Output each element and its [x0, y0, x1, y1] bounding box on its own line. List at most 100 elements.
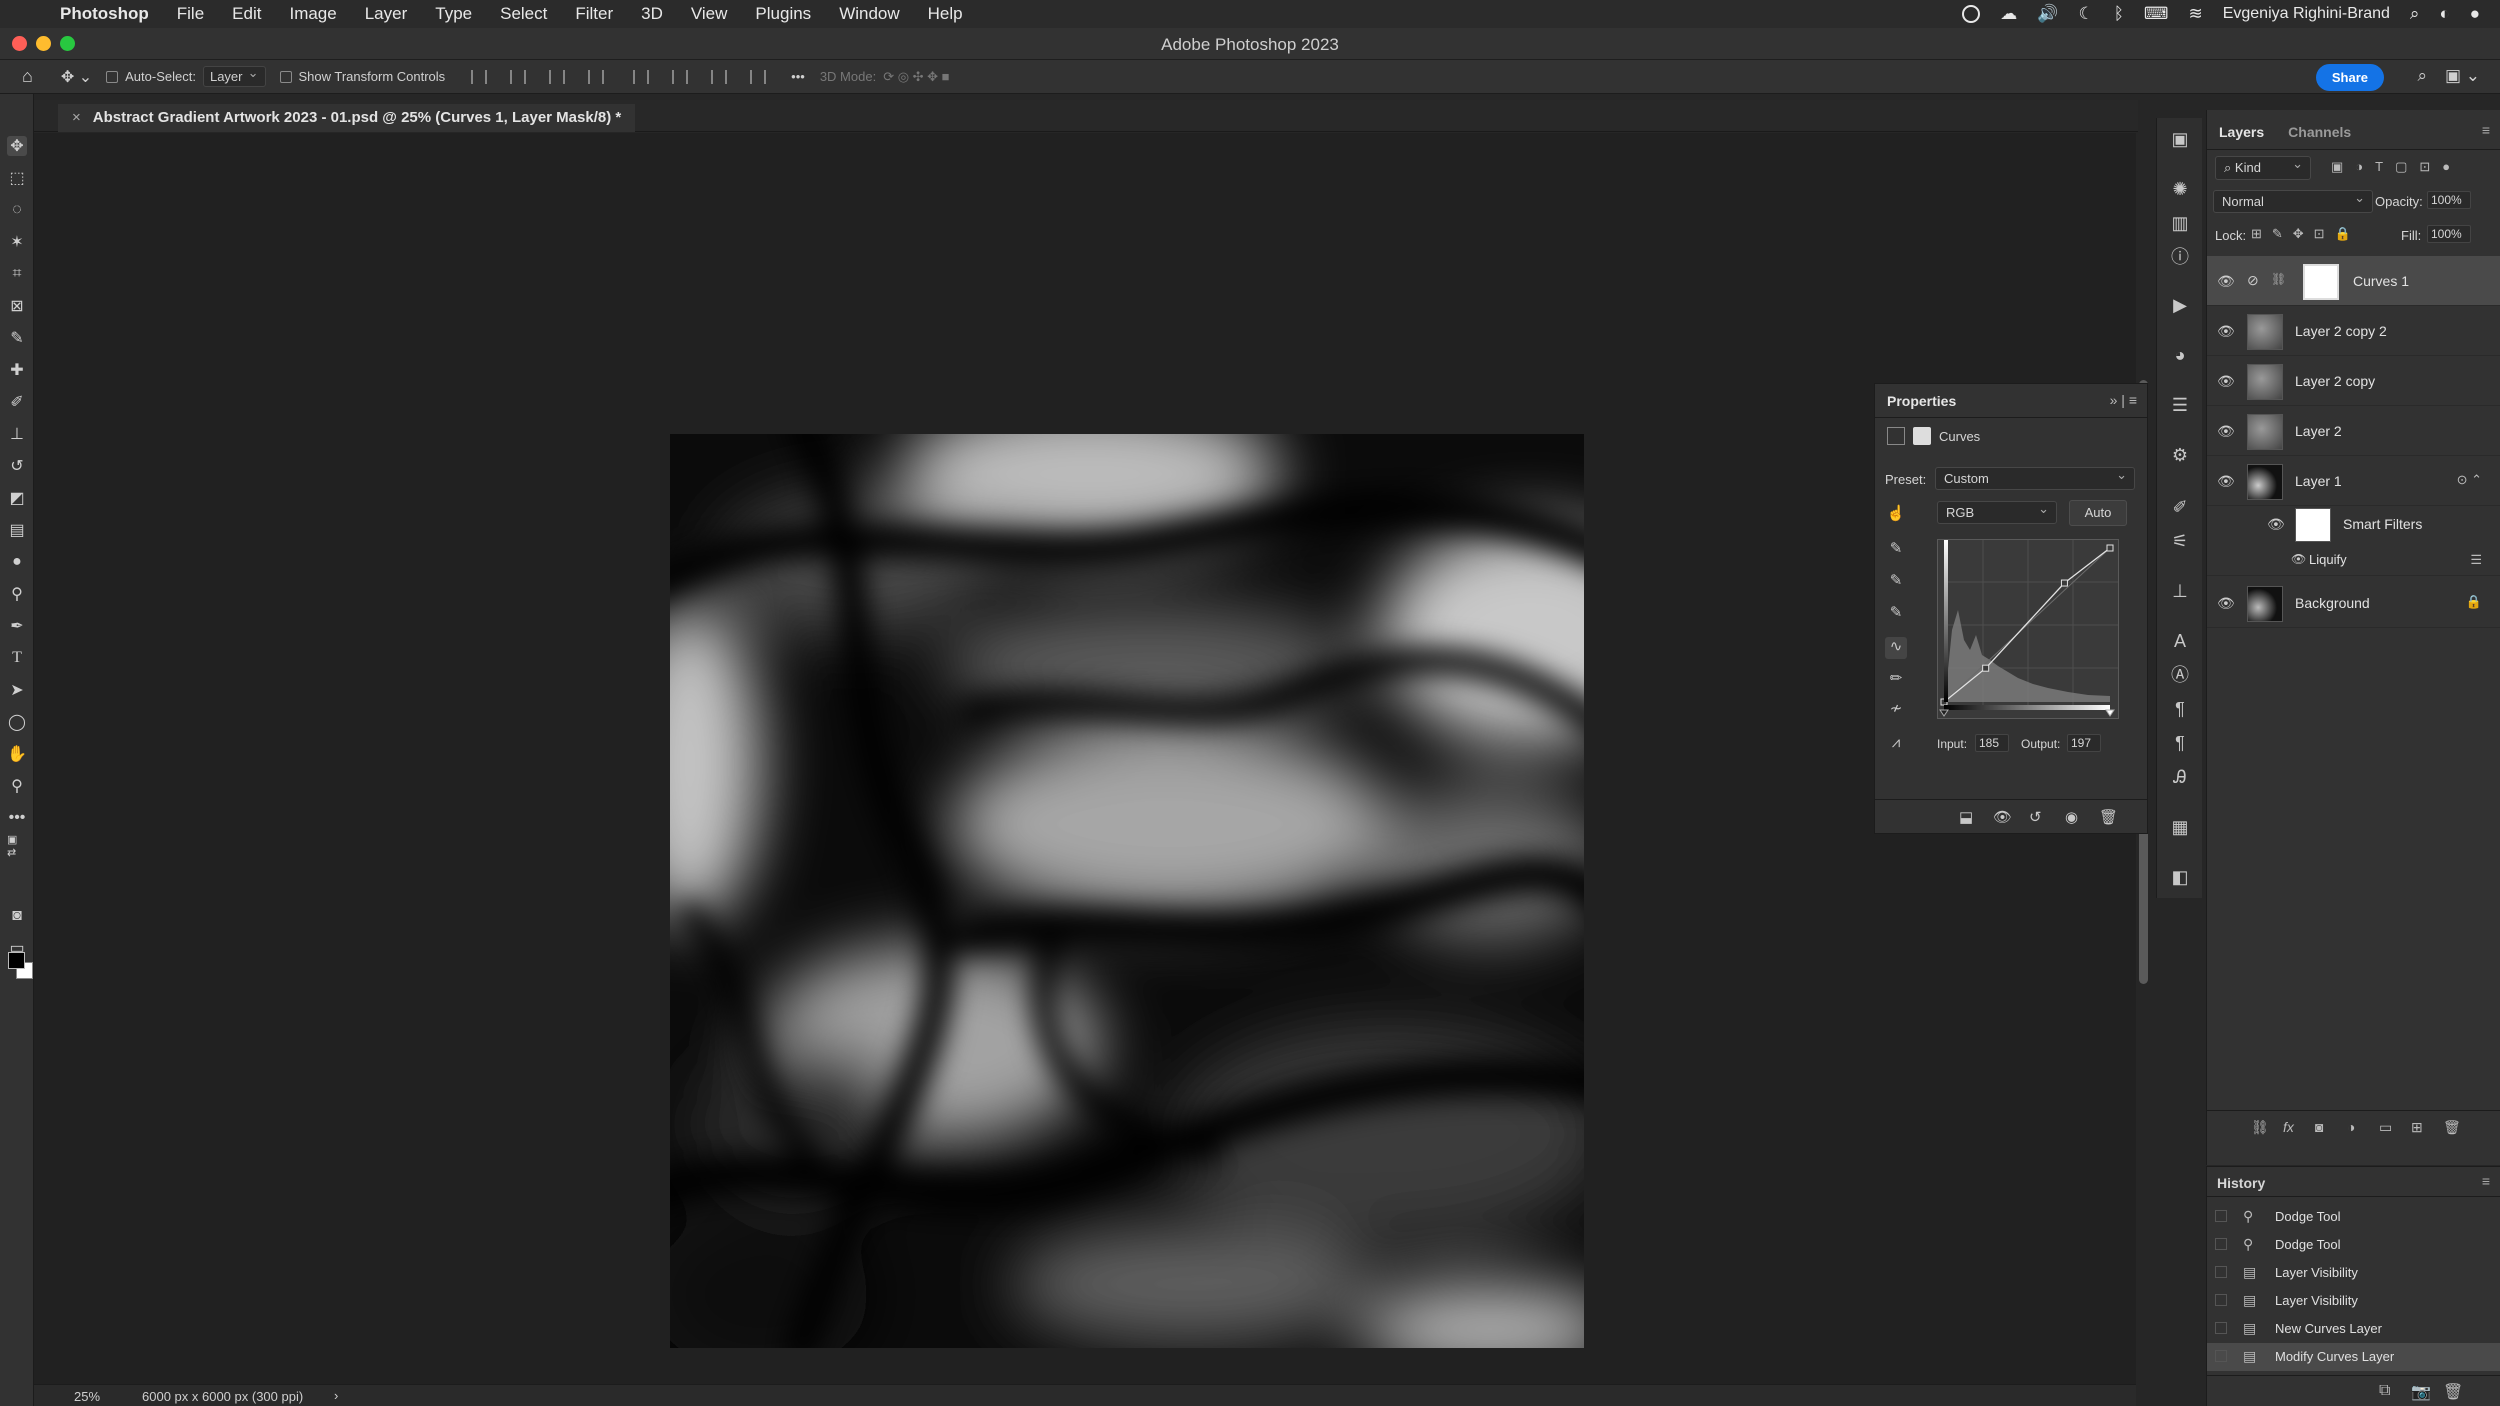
workspace-icon[interactable]: ▣ ⌄: [2445, 66, 2480, 86]
paragraph-styles-icon[interactable]: ¶: [2169, 732, 2191, 754]
eyedropper-tool-icon[interactable]: ✎: [7, 328, 27, 348]
history-item[interactable]: ▤ Layer Visibility: [2207, 1259, 2500, 1287]
black-point-eyedropper-icon[interactable]: ✎: [1885, 539, 1907, 561]
navigator-icon[interactable]: ✺: [2169, 178, 2191, 200]
clone-source-icon[interactable]: ⊥: [2169, 580, 2191, 602]
gray-point-eyedropper-icon[interactable]: ✎: [1885, 571, 1907, 593]
siri-icon[interactable]: ●: [2470, 4, 2480, 24]
histogram-icon[interactable]: ▥: [2169, 212, 2191, 234]
visibility-eye-icon[interactable]: 👁: [2217, 595, 2235, 612]
record-icon[interactable]: [1962, 5, 1981, 23]
visibility-eye-icon[interactable]: 👁: [2217, 473, 2235, 490]
layer-row-layer-1[interactable]: 👁 Layer 1 ⊙ ⌃: [2207, 456, 2500, 506]
path-selection-tool-icon[interactable]: ➤: [7, 680, 27, 700]
menu-type[interactable]: Type: [421, 4, 486, 24]
history-item[interactable]: ▤ Layer Visibility: [2207, 1287, 2500, 1315]
smart-filter-mask-thumbnail[interactable]: [2295, 508, 2331, 542]
opacity-field[interactable]: 100%: [2427, 191, 2471, 209]
actions-icon[interactable]: ▶: [2169, 294, 2191, 316]
more-options-icon[interactable]: •••: [791, 69, 805, 84]
hand-tool-icon[interactable]: ✋: [7, 744, 27, 764]
layer-row-layer-2[interactable]: 👁 Layer 2: [2207, 406, 2500, 456]
gradients-icon[interactable]: ◧: [2169, 866, 2191, 888]
crop-tool-icon[interactable]: ⌗: [7, 264, 27, 284]
creative-cloud-icon[interactable]: ☁: [2000, 4, 2017, 24]
glyphs-icon[interactable]: Ꭿ: [2169, 766, 2191, 788]
distribute-icon[interactable]: [588, 69, 605, 84]
channel-dropdown[interactable]: RGB: [1937, 501, 2057, 524]
artwork-image[interactable]: [670, 434, 1584, 1348]
clipping-warning-icon[interactable]: ⩘: [1885, 734, 1907, 756]
menu-image[interactable]: Image: [275, 4, 350, 24]
home-icon[interactable]: ⌂: [22, 66, 33, 87]
magic-wand-tool-icon[interactable]: ✶: [7, 232, 27, 252]
adjustments-icon[interactable]: ☰: [2169, 394, 2191, 416]
history-item[interactable]: ⚲ Dodge Tool: [2207, 1203, 2500, 1231]
new-document-from-state-icon[interactable]: ⧉: [2379, 1382, 2390, 1400]
history-item-current[interactable]: ▤ Modify Curves Layer: [2207, 1343, 2500, 1371]
share-button[interactable]: Share: [2315, 64, 2384, 91]
auto-select-dropdown[interactable]: Layer: [202, 65, 266, 87]
menu-filter[interactable]: Filter: [561, 4, 627, 24]
align-middle-icon[interactable]: [672, 69, 689, 84]
menu-file[interactable]: File: [163, 4, 218, 24]
healing-brush-tool-icon[interactable]: ✚: [7, 360, 27, 380]
visibility-eye-icon[interactable]: 👁: [2267, 516, 2285, 533]
input-source-icon[interactable]: ⌨: [2144, 4, 2169, 24]
lasso-tool-icon[interactable]: ◌: [7, 200, 27, 220]
spotlight-icon[interactable]: ⌕: [2410, 4, 2420, 24]
new-group-icon[interactable]: ▭: [2379, 1119, 2392, 1136]
document-tab[interactable]: × Abstract Gradient Artwork 2023 - 01.psd…: [58, 104, 636, 132]
edit-toolbar-icon[interactable]: •••: [7, 808, 27, 828]
visibility-eye-icon[interactable]: 👁: [2217, 373, 2235, 390]
mask-link-icon[interactable]: ⛓: [2271, 272, 2286, 286]
smart-filter-toggle-icon[interactable]: ⊙ ⌃: [2457, 472, 2482, 488]
layer-row-layer-2-copy[interactable]: 👁 Layer 2 copy: [2207, 356, 2500, 406]
blur-tool-icon[interactable]: ●: [7, 552, 27, 572]
curve-control-point[interactable]: [2106, 544, 2114, 552]
input-field[interactable]: 185: [1975, 734, 2009, 752]
user-name[interactable]: Evgeniya Righini-Brand: [2223, 5, 2390, 23]
menu-view[interactable]: View: [677, 4, 742, 24]
view-previous-state-icon[interactable]: 👁: [1993, 808, 2012, 826]
eraser-tool-icon[interactable]: ◩: [7, 488, 27, 508]
layer-row-layer-2-copy-2[interactable]: 👁 Layer 2 copy 2: [2207, 306, 2500, 356]
delete-state-icon[interactable]: 🗑: [2443, 1382, 2463, 1402]
layer-row-liquify[interactable]: 👁 Liquify ☰: [2207, 544, 2500, 576]
output-field[interactable]: 197: [2067, 734, 2101, 752]
preset-dropdown[interactable]: Custom: [1935, 467, 2135, 490]
brush-tool-icon[interactable]: ✐: [7, 392, 27, 412]
history-snapshot-checkbox[interactable]: [2215, 1266, 2227, 1278]
layer-mask-thumbnail[interactable]: [2303, 264, 2339, 300]
menu-3d[interactable]: 3D: [627, 4, 677, 24]
canvas-area[interactable]: [34, 133, 2136, 1386]
table-icon[interactable]: ▦: [2169, 816, 2191, 838]
reset-icon[interactable]: ↺: [2029, 808, 2042, 826]
frame-tool-icon[interactable]: ⊠: [7, 296, 27, 316]
add-mask-icon[interactable]: ◙: [2315, 1119, 2323, 1135]
type-tool-icon[interactable]: T: [7, 648, 27, 668]
auto-button[interactable]: Auto: [2069, 500, 2127, 526]
info-icon[interactable]: ⓘ: [2169, 246, 2191, 268]
bluetooth-icon[interactable]: ᛒ: [2114, 4, 2124, 24]
quick-mask-icon[interactable]: ◙: [7, 906, 27, 926]
new-snapshot-icon[interactable]: 📷: [2411, 1382, 2431, 1402]
filter-icons[interactable]: ▣◑T▢⊡●: [2331, 159, 2462, 175]
history-snapshot-checkbox[interactable]: [2215, 1210, 2227, 1222]
blend-mode-dropdown[interactable]: Normal: [2213, 190, 2373, 213]
align-center-icon[interactable]: [510, 69, 527, 84]
foreground-color-swatch[interactable]: [8, 952, 25, 969]
character-styles-icon[interactable]: Ⓐ: [2169, 664, 2191, 686]
tab-layers[interactable]: Layers: [2207, 124, 2276, 149]
lock-icon[interactable]: 🔒: [2466, 594, 2482, 610]
search-icon[interactable]: ⌕: [2417, 66, 2427, 86]
layer-row-smart-filters[interactable]: 👁 Smart Filters: [2207, 506, 2500, 542]
history-item[interactable]: ▤ New Curves Layer: [2207, 1315, 2500, 1343]
tab-channels[interactable]: Channels: [2276, 124, 2363, 149]
filter-options-icon[interactable]: ☰: [2470, 552, 2482, 568]
history-snapshot-checkbox[interactable]: [2215, 1322, 2227, 1334]
marquee-tool-icon[interactable]: ⬚: [7, 168, 27, 188]
align-top-icon[interactable]: [633, 69, 650, 84]
move-tool-icon[interactable]: ✥: [7, 136, 27, 156]
history-snapshot-checkbox[interactable]: [2215, 1350, 2227, 1362]
